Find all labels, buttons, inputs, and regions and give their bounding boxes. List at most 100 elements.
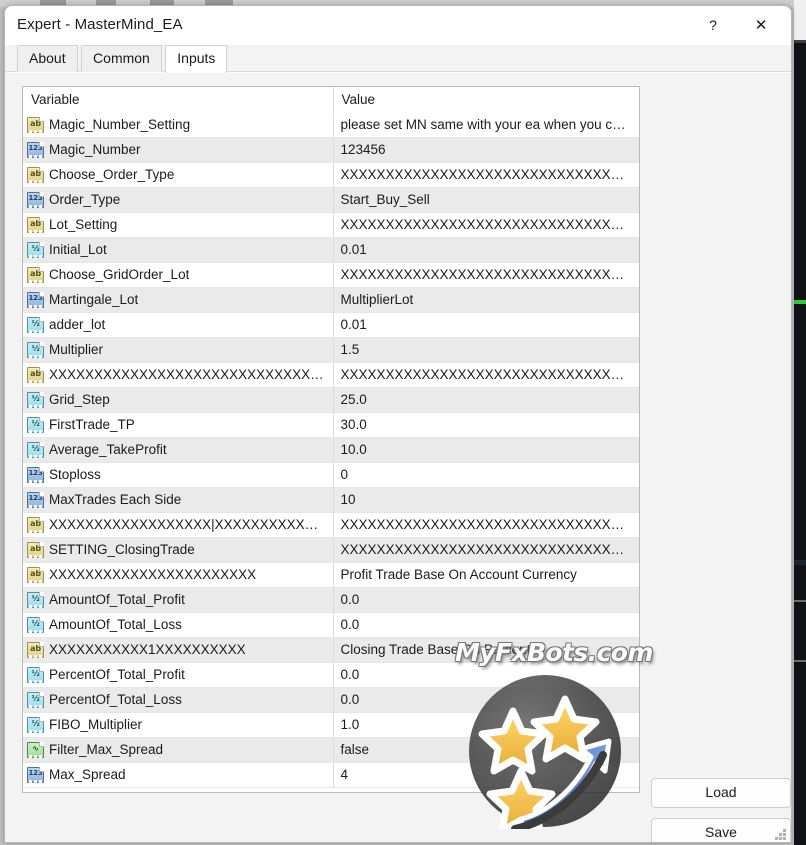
variable-cell[interactable]: ½ FirstTrade_TP — [23, 412, 334, 438]
variable-cell[interactable]: ab Lot_Setting — [23, 212, 334, 238]
value-cell[interactable]: 10.0 — [333, 437, 639, 463]
variable-cell[interactable]: ½ AmountOf_Total_Loss — [23, 612, 334, 638]
variable-cell[interactable]: ½ PercentOf_Total_Profit — [23, 662, 334, 688]
help-button[interactable]: ? — [691, 6, 735, 44]
value-cell[interactable]: 123456 — [333, 137, 639, 163]
table-row[interactable]: 123 MaxTrades Each Side 10 — [23, 487, 639, 513]
variable-cell[interactable]: ab XXXXXXXXXXXXXXXXXX|XXXXXXXXXXXXXXX… — [23, 512, 334, 538]
column-header-value[interactable]: Value — [333, 87, 639, 113]
table-row[interactable]: ab XXXXXXXXXXXXXXXXXXXXXXX Profit Trade Ba… — [23, 562, 639, 588]
value-cell[interactable]: XXXXXXXXXXXXXXXXXXXXXXXXXXXXXXXXXXXXXXXX… — [333, 162, 639, 188]
table-row[interactable]: ab XXXXXXXXXXXXXXXXXX|XXXXXXXXXXXXXXX… XXX… — [23, 512, 639, 538]
value-cell[interactable]: 0.0 — [333, 587, 639, 613]
table-row[interactable]: ∿ Filter_Max_Spread false — [23, 737, 639, 763]
variable-cell[interactable]: ½ PercentOf_Total_Loss — [23, 687, 334, 713]
variable-cell[interactable]: ½ AmountOf_Total_Profit — [23, 587, 334, 613]
string-type-icon: ab — [27, 216, 44, 233]
variable-cell[interactable]: ½ FIBO_Multiplier — [23, 712, 334, 738]
variable-cell[interactable]: ∿ Filter_Max_Spread — [23, 737, 334, 763]
table-row[interactable]: 123 Martingale_Lot MultiplierLot — [23, 287, 639, 313]
table-row[interactable]: ab Magic_Number_Setting please set MN same… — [23, 112, 639, 138]
table-row[interactable]: ½ Multiplier 1.5 — [23, 337, 639, 363]
variable-label: Magic_Number_Setting — [49, 117, 191, 132]
variable-label: Magic_Number — [49, 142, 141, 157]
value-cell[interactable]: 10 — [333, 487, 639, 513]
tab-common[interactable]: Common — [81, 45, 162, 72]
value-cell[interactable]: XXXXXXXXXXXXXXXXXXXXXXXXXXXXXXXXXXXXXXXX… — [333, 537, 639, 563]
variable-cell[interactable]: ab XXXXXXXXXXXXXXXXXXXXXXX — [23, 562, 334, 588]
int-type-icon: 123 — [27, 141, 44, 158]
table-row[interactable]: ½ AmountOf_Total_Profit 0.0 — [23, 587, 639, 613]
value-cell[interactable]: Profit Trade Base On Account Currency — [333, 562, 639, 588]
table-row[interactable]: ½ AmountOf_Total_Loss 0.0 — [23, 612, 639, 638]
variable-cell[interactable]: ½ adder_lot — [23, 312, 334, 338]
variable-cell[interactable]: ½ Grid_Step — [23, 387, 334, 413]
variable-label: Martingale_Lot — [49, 292, 139, 307]
close-icon[interactable]: ✕ — [739, 6, 783, 44]
table-row[interactable]: 123 Stoploss 0 — [23, 462, 639, 488]
column-header-variable[interactable]: Variable — [23, 87, 334, 113]
variable-cell[interactable]: ab SETTING_ClosingTrade — [23, 537, 334, 563]
table-row[interactable]: 123 Max_Spread 4 — [23, 762, 639, 788]
value-cell[interactable]: 0.01 — [333, 237, 639, 263]
variable-cell[interactable]: 123 Martingale_Lot — [23, 287, 334, 313]
value-cell[interactable]: 0.0 — [333, 612, 639, 638]
table-row[interactable]: ½ Initial_Lot 0.01 — [23, 237, 639, 263]
variable-cell[interactable]: ab Choose_GridOrder_Lot — [23, 262, 334, 288]
variable-cell[interactable]: 123 Magic_Number — [23, 137, 334, 163]
table-row[interactable]: ½ PercentOf_Total_Profit 0.0 — [23, 662, 639, 688]
table-row[interactable]: ½ adder_lot 0.01 — [23, 312, 639, 338]
value-cell[interactable]: 4 — [333, 762, 639, 788]
tab-about[interactable]: About — [17, 45, 78, 72]
value-cell[interactable]: XXXXXXXXXXXXXXXXXXXXXXXXXXXXXXXXXXXXXXXX… — [333, 362, 639, 388]
value-cell[interactable]: XXXXXXXXXXXXXXXXXXXXXXXXXXXXXXXXXXXXXXXX… — [333, 262, 639, 288]
value-cell[interactable]: 0.0 — [333, 687, 639, 713]
table-row[interactable]: ab Choose_Order_Type XXXXXXXXXXXXXXXXXXXXX… — [23, 162, 639, 188]
table-row[interactable]: ab Lot_Setting XXXXXXXXXXXXXXXXXXXXXXXXXXX… — [23, 212, 639, 238]
value-cell[interactable]: XXXXXXXXXXXXXXXXXXXXXXXXXXXXXXXXXXXXXXXX… — [333, 512, 639, 538]
table-row[interactable]: 123 Order_Type Start_Buy_Sell — [23, 187, 639, 213]
table-row[interactable]: ½ PercentOf_Total_Loss 0.0 — [23, 687, 639, 713]
value-cell[interactable]: 0.01 — [333, 312, 639, 338]
variable-cell[interactable]: 123 Stoploss — [23, 462, 334, 488]
value-cell[interactable]: false — [333, 737, 639, 763]
value-cell[interactable]: please set MN same with your ea when you… — [333, 112, 639, 138]
variable-cell[interactable]: ½ Average_TakeProfit — [23, 437, 334, 463]
table-row[interactable]: ½ Average_TakeProfit 10.0 — [23, 437, 639, 463]
table-row[interactable]: ½ FirstTrade_TP 30.0 — [23, 412, 639, 438]
value-cell[interactable]: 1.5 — [333, 337, 639, 363]
variable-cell[interactable]: ½ Initial_Lot — [23, 237, 334, 263]
value-cell[interactable]: XXXXXXXXXXXXXXXXXXXXXXXXXXXXXXXXXXXXXXXX… — [333, 212, 639, 238]
inputs-grid[interactable]: Variable Value ab Magic_Number_Setting ple… — [22, 86, 640, 793]
variable-cell[interactable]: ab Magic_Number_Setting — [23, 112, 334, 138]
value-cell[interactable]: Start_Buy_Sell — [333, 187, 639, 213]
table-row[interactable]: ½ FIBO_Multiplier 1.0 — [23, 712, 639, 738]
value-cell[interactable]: 25.0 — [333, 387, 639, 413]
table-row[interactable]: ½ Grid_Step 25.0 — [23, 387, 639, 413]
table-row[interactable]: ab Choose_GridOrder_Lot XXXXXXXXXXXXXXXXXX… — [23, 262, 639, 288]
variable-cell[interactable]: ab XXXXXXXXXXX1XXXXXXXXXX — [23, 637, 334, 663]
bool-type-icon: ∿ — [27, 741, 44, 758]
resize-grip-icon[interactable] — [775, 829, 787, 841]
table-row[interactable]: 123 Magic_Number 123456 — [23, 137, 639, 163]
value-cell[interactable]: 1.0 — [333, 712, 639, 738]
value-cell[interactable]: 0.0 — [333, 662, 639, 688]
table-row[interactable]: ab SETTING_ClosingTrade XXXXXXXXXXXXXXXXXX… — [23, 537, 639, 563]
variable-cell[interactable]: ab Choose_Order_Type — [23, 162, 334, 188]
value-cell[interactable]: MultiplierLot — [333, 287, 639, 313]
value-cell[interactable]: Closing Trade Base On Percent — [333, 637, 639, 663]
variable-label: Multiplier — [49, 342, 104, 357]
tab-inputs[interactable]: Inputs — [165, 45, 228, 73]
table-row[interactable]: ab XXXXXXXXXXXXXXXXXXXXXXXXXXXXXXXXXXXX… X… — [23, 362, 639, 388]
value-cell[interactable]: 30.0 — [333, 412, 639, 438]
variable-cell[interactable]: 123 MaxTrades Each Side — [23, 487, 334, 513]
variable-cell[interactable]: 123 Max_Spread — [23, 762, 334, 788]
variable-cell[interactable]: ½ Multiplier — [23, 337, 334, 363]
variable-cell[interactable]: ab XXXXXXXXXXXXXXXXXXXXXXXXXXXXXXXXXXXX… — [23, 362, 334, 388]
load-button[interactable]: Load — [651, 778, 791, 808]
save-button[interactable]: Save — [651, 818, 791, 842]
int-type-icon: 123 — [27, 466, 44, 483]
variable-cell[interactable]: 123 Order_Type — [23, 187, 334, 213]
table-row[interactable]: ab XXXXXXXXXXX1XXXXXXXXXX Closing Trade Ba… — [23, 637, 639, 663]
value-cell[interactable]: 0 — [333, 462, 639, 488]
